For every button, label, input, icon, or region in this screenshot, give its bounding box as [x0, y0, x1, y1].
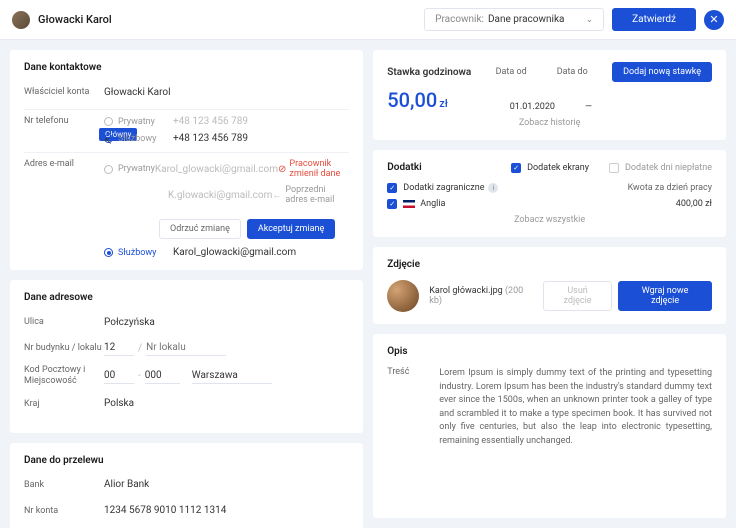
post-label: Kod Pocztowy i Miejscowość	[24, 365, 104, 387]
country-value[interactable]: Polska	[104, 398, 134, 409]
opt-work: Służbowy	[118, 134, 173, 144]
addon-foreign: Dodatki zagraniczne	[403, 183, 484, 193]
chk-england[interactable]: ✓	[387, 199, 397, 209]
top-bar: Głowacki Karol Pracownik: Dane pracownik…	[0, 0, 736, 40]
warning-text: Pracownik zmienił dane	[289, 159, 349, 179]
owner-value: Głowacki Karol	[104, 87, 171, 98]
post2-input[interactable]	[145, 368, 180, 384]
england-value: 400,00 zł	[676, 199, 712, 209]
add-rate-button[interactable]: Dodaj nową stawkę	[612, 62, 712, 82]
accept-button[interactable]: Akceptuj zmianę	[247, 219, 335, 239]
building-num-input[interactable]	[104, 340, 134, 356]
rate-amount: 50,00zł	[387, 88, 448, 112]
radio-work-email[interactable]	[104, 248, 113, 257]
email-private: Karol_glowacki@gmail.com	[155, 164, 278, 175]
rate-title: Stawka godzinowa	[387, 67, 471, 78]
chk-unpaid[interactable]	[609, 163, 619, 173]
email-changed: K.glowacki@gmail.com	[168, 190, 272, 201]
warning-icon: ⊘	[278, 164, 286, 175]
history-link[interactable]: Zobacz historię	[387, 118, 712, 128]
opt-private: Prywatny	[118, 117, 173, 127]
photo-filename: Karol główacki.jpg (200 kb)	[429, 286, 533, 306]
addons-title: Dodatki	[387, 162, 421, 173]
quota-label: Kwota za dzień pracy	[628, 183, 712, 193]
radio-private-email[interactable]	[104, 165, 113, 174]
addon-unpaid: Dodatek dni niepłatne	[625, 163, 712, 173]
username: Głowacki Karol	[38, 13, 424, 26]
close-button[interactable]: ✕	[704, 10, 724, 30]
avatar	[12, 11, 30, 29]
addon-screens: Dodatek ekrany	[527, 163, 589, 173]
selector-label: Pracownik:	[435, 14, 484, 25]
phone-label: Nr telefonu	[24, 116, 104, 126]
desc-label: Treść	[387, 367, 427, 448]
info-icon[interactable]: i	[488, 183, 498, 193]
chevron-down-icon: ⌄	[586, 15, 594, 25]
city-input[interactable]	[192, 368, 272, 384]
num-label: Nr budynku / lokalu	[24, 343, 104, 353]
email-label: Adres e-mail	[24, 159, 104, 169]
page-selector[interactable]: Pracownik: Dane pracownika ⌄	[424, 8, 604, 31]
acct-value[interactable]: 1234 5678 9010 1112 1314	[104, 505, 226, 516]
all-addons-link[interactable]: Zobacz wszystkie	[387, 215, 712, 225]
photo-thumb	[387, 280, 419, 312]
reject-button[interactable]: Odrzuć zmianę	[159, 219, 241, 239]
post1-input[interactable]	[104, 368, 134, 384]
bank-value[interactable]: Alior Bank	[104, 479, 149, 490]
desc-title: Opis	[387, 346, 712, 357]
photo-title: Zdjęcie	[387, 259, 712, 270]
local-num-input[interactable]	[146, 340, 226, 356]
dash: -	[138, 370, 141, 381]
date-from: 01.01.2020	[510, 102, 555, 112]
arrow-left-icon: ←	[272, 190, 281, 201]
radio-private-phone[interactable]	[104, 117, 113, 126]
opt-private-email: Prywatny	[118, 164, 155, 174]
street-label: Ulica	[24, 317, 104, 327]
transfer-title: Dane do przelewu	[24, 455, 349, 466]
country-label: Kraj	[24, 399, 104, 409]
address-title: Dane adresowe	[24, 292, 349, 303]
slash: /	[138, 343, 142, 354]
remove-photo-button[interactable]: Usuń zdjęcie	[543, 281, 612, 311]
addon-england: Anglia	[420, 199, 445, 209]
chk-screens[interactable]: ✓	[511, 163, 521, 173]
contact-title: Dane kontaktowe	[24, 62, 349, 73]
phone-work: +48 123 456 789	[173, 133, 248, 144]
upload-photo-button[interactable]: Wgraj nowe zdjęcie	[618, 281, 712, 311]
uk-flag-icon	[403, 200, 415, 208]
date-to: —	[585, 102, 592, 112]
bank-label: Bank	[24, 480, 104, 490]
cursor-icon: ↖	[104, 136, 112, 147]
col-from: Data od	[496, 67, 527, 77]
col-to: Data do	[557, 67, 588, 77]
opt-work-email: Służbowy	[118, 248, 173, 258]
chk-foreign[interactable]: ✓	[387, 183, 397, 193]
desc-text[interactable]: Lorem Ipsum is simply dummy text of the …	[439, 367, 712, 448]
email-work: Karol_glowacki@gmail.com	[173, 247, 296, 258]
prev-text: Poprzedni adres e-mail	[285, 185, 349, 205]
street-value[interactable]: Połczyńska	[104, 317, 155, 328]
selector-value: Dane pracownika	[488, 14, 586, 25]
phone-private: +48 123 456 789	[173, 116, 248, 127]
acct-label: Nr konta	[24, 506, 104, 516]
confirm-button[interactable]: Zatwierdź	[612, 8, 696, 31]
owner-label: Właściciel konta	[24, 87, 104, 97]
